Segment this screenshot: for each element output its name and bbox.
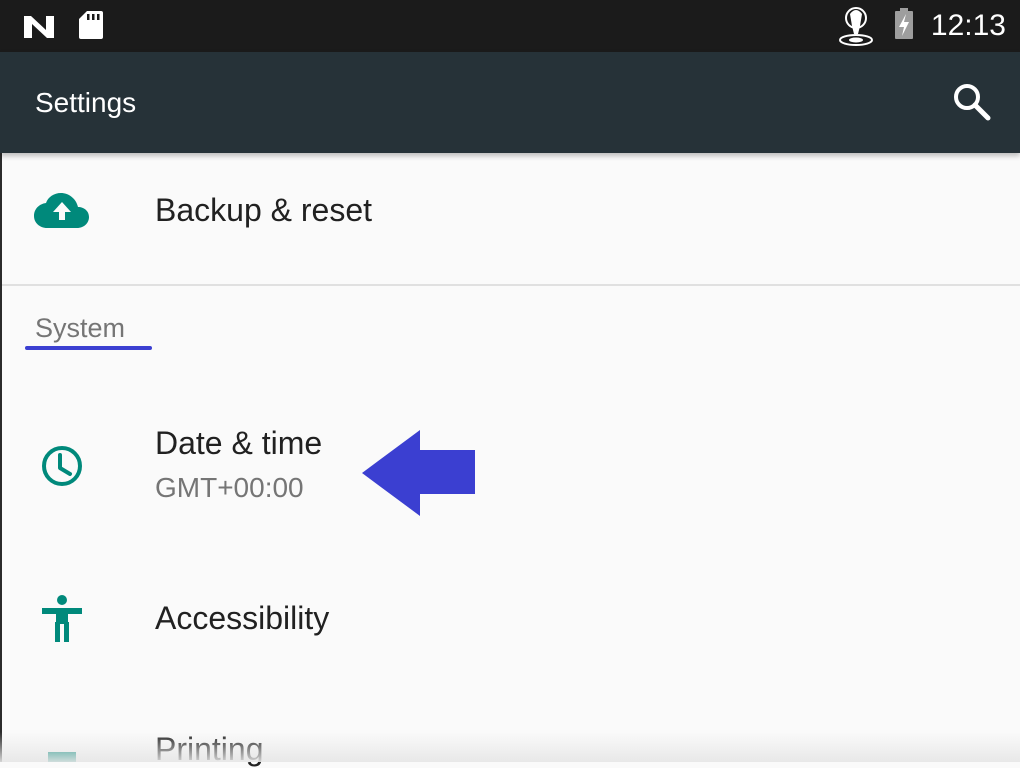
touch-tap-icon <box>839 7 873 46</box>
setting-printing[interactable]: Printing <box>2 700 1020 767</box>
clock-icon <box>42 446 82 486</box>
status-bar: 12:13 <box>0 0 1020 52</box>
n-notification-icon <box>24 16 54 38</box>
setting-summary: GMT+00:00 <box>155 472 304 503</box>
search-button[interactable] <box>948 78 994 124</box>
setting-title: Date & time <box>155 425 323 461</box>
page-title: Settings <box>35 87 137 118</box>
app-bar: Settings <box>0 52 1020 153</box>
setting-title: Printing <box>155 731 264 767</box>
annotation-underline <box>25 346 152 350</box>
setting-title: Accessibility <box>155 600 330 636</box>
setting-backup-reset[interactable]: Backup & reset <box>2 153 1020 284</box>
divider <box>2 284 1020 286</box>
sd-card-icon <box>79 11 103 39</box>
setting-title: Backup & reset <box>155 192 372 228</box>
battery-charging-icon <box>895 8 913 39</box>
setting-date-time[interactable]: Date & time GMT+00:00 <box>2 390 1020 540</box>
status-clock: 12:13 <box>930 9 1006 42</box>
search-icon <box>954 84 991 121</box>
annotation-arrow <box>362 430 475 516</box>
accessibility-icon <box>42 595 82 642</box>
category-header-system: System <box>35 313 126 343</box>
setting-accessibility[interactable]: Accessibility <box>2 560 1020 680</box>
cloud-upload-icon <box>34 193 89 228</box>
print-icon <box>48 752 76 762</box>
